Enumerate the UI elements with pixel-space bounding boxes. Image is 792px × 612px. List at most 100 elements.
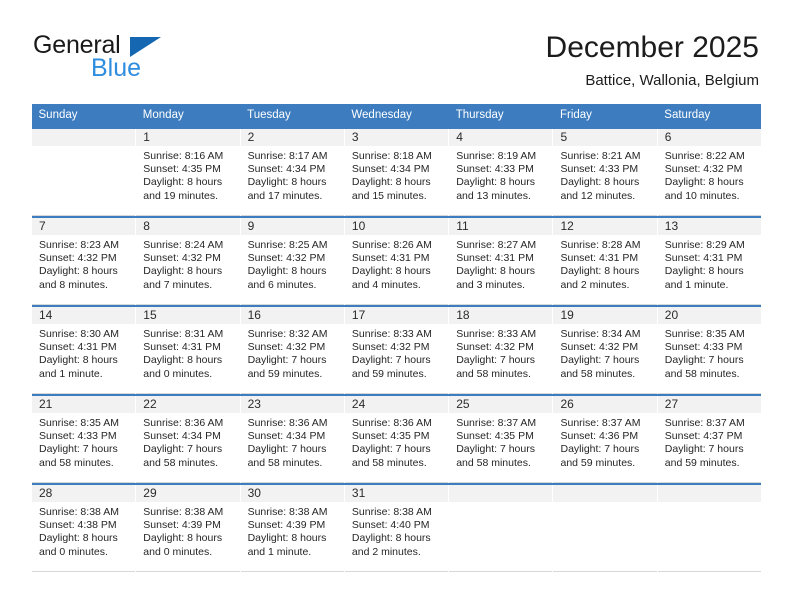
day-number: 19 — [553, 307, 657, 324]
day-detail-daylight-line2: and 59 minutes. — [664, 456, 740, 469]
day-number: 14 — [32, 307, 136, 324]
calendar-day-cell[interactable]: 26 Sunrise: 8:37 AM Sunset: 4:36 PM Dayligh… — [553, 396, 657, 483]
calendar-day-cell[interactable]: 6 Sunrise: 8:22 AM Sunset: 4:32 PM Daylight… — [657, 129, 761, 216]
calendar-day-cell[interactable]: 19 Sunrise: 8:34 AM Sunset: 4:32 PM Dayligh… — [553, 307, 657, 394]
calendar-day-cell[interactable]: 17 Sunrise: 8:33 AM Sunset: 4:32 PM Dayligh… — [344, 307, 449, 394]
day-detail-daylight-line1: Daylight: 7 hours — [247, 443, 327, 456]
calendar-day-cell[interactable]: 24 Sunrise: 8:36 AM Sunset: 4:35 PM Dayligh… — [344, 396, 449, 483]
day-number: 8 — [136, 218, 240, 235]
day-detail-sunset: Sunset: 4:32 PM — [143, 252, 221, 265]
calendar-day-cell[interactable]: 1 Sunrise: 8:16 AM Sunset: 4:35 PM Daylight… — [136, 129, 240, 216]
day-number: 22 — [136, 396, 240, 413]
day-detail-sunrise: Sunrise: 8:37 AM — [664, 417, 745, 429]
day-detail-sunset: Sunset: 4:34 PM — [247, 163, 326, 176]
day-detail-sunrise: Sunrise: 8:32 AM — [247, 328, 328, 340]
day-number: 5 — [553, 129, 657, 146]
day-detail-sunset: Sunset: 4:39 PM — [143, 519, 221, 532]
day-number — [32, 129, 136, 146]
day-detail-sunset: Sunset: 4:32 PM — [247, 341, 326, 354]
day-detail-sunrise: Sunrise: 8:38 AM — [143, 506, 224, 518]
day-detail-sunrise: Sunrise: 8:33 AM — [351, 328, 432, 340]
day-number: 31 — [344, 485, 449, 502]
day-detail-daylight-line1: Daylight: 8 hours — [560, 176, 640, 189]
day-detail-daylight-line1: Daylight: 8 hours — [351, 265, 431, 278]
calendar-day-cell-empty — [449, 485, 553, 572]
weekday-header-monday: Monday — [135, 104, 241, 127]
weekday-header-row: Sunday Monday Tuesday Wednesday Thursday… — [31, 104, 762, 127]
day-detail-daylight-line2: and 58 minutes. — [247, 456, 323, 469]
day-detail-sunrise: Sunrise: 8:27 AM — [456, 239, 537, 251]
day-detail-daylight-line1: Daylight: 8 hours — [143, 532, 223, 545]
day-detail-sunrise: Sunrise: 8:38 AM — [247, 506, 328, 518]
calendar-day-cell[interactable]: 8 Sunrise: 8:24 AM Sunset: 4:32 PM Daylight… — [136, 218, 240, 305]
calendar-day-cell[interactable]: 21 Sunrise: 8:35 AM Sunset: 4:33 PM Dayligh… — [32, 396, 136, 483]
day-detail-sunset: Sunset: 4:37 PM — [664, 430, 743, 443]
calendar-day-cell[interactable]: 7 Sunrise: 8:23 AM Sunset: 4:32 PM Daylight… — [32, 218, 136, 305]
calendar-day-cell[interactable]: 4 Sunrise: 8:19 AM Sunset: 4:33 PM Daylight… — [449, 129, 553, 216]
calendar-day-cell[interactable]: 20 Sunrise: 8:35 AM Sunset: 4:33 PM Dayligh… — [657, 307, 761, 394]
calendar-week-row: 1 Sunrise: 8:16 AM Sunset: 4:35 PM Daylight… — [30, 129, 762, 216]
day-detail-sunrise: Sunrise: 8:34 AM — [560, 328, 641, 340]
day-details: Sunrise: 8:31 AM Sunset: 4:31 PM Daylight:… — [136, 324, 239, 381]
day-details — [658, 502, 761, 506]
calendar-day-cell[interactable]: 16 Sunrise: 8:32 AM Sunset: 4:32 PM Dayligh… — [240, 307, 344, 394]
day-detail-sunrise: Sunrise: 8:36 AM — [351, 417, 432, 429]
calendar-day-cell[interactable]: 3 Sunrise: 8:18 AM Sunset: 4:34 PM Daylight… — [344, 129, 449, 216]
day-detail-daylight-line1: Daylight: 8 hours — [39, 265, 118, 278]
day-number: 24 — [344, 396, 449, 413]
day-detail-sunset: Sunset: 4:40 PM — [351, 519, 430, 532]
day-details: Sunrise: 8:18 AM Sunset: 4:34 PM Daylight:… — [345, 146, 448, 203]
calendar-day-cell[interactable]: 14 Sunrise: 8:30 AM Sunset: 4:31 PM Dayligh… — [32, 307, 136, 394]
day-details: Sunrise: 8:29 AM Sunset: 4:31 PM Daylight:… — [658, 235, 761, 292]
day-number: 9 — [240, 218, 344, 235]
calendar-day-cell[interactable]: 11 Sunrise: 8:27 AM Sunset: 4:31 PM Dayligh… — [449, 218, 553, 305]
calendar-day-cell[interactable]: 9 Sunrise: 8:25 AM Sunset: 4:32 PM Daylight… — [240, 218, 344, 305]
calendar-day-cell[interactable]: 23 Sunrise: 8:36 AM Sunset: 4:34 PM Dayligh… — [240, 396, 344, 483]
general-blue-logo[interactable]: General Blue — [33, 32, 213, 88]
calendar-day-cell[interactable]: 28 Sunrise: 8:38 AM Sunset: 4:38 PM Dayligh… — [32, 485, 136, 572]
day-detail-daylight-line1: Daylight: 7 hours — [143, 443, 223, 456]
calendar-day-cell[interactable]: 30 Sunrise: 8:38 AM Sunset: 4:39 PM Dayligh… — [240, 485, 344, 572]
calendar-day-cell[interactable]: 27 Sunrise: 8:37 AM Sunset: 4:37 PM Dayligh… — [657, 396, 761, 483]
day-number: 17 — [344, 307, 449, 324]
calendar-week-row: 28 Sunrise: 8:38 AM Sunset: 4:38 PM Dayligh… — [30, 485, 762, 572]
calendar-day-cell[interactable]: 13 Sunrise: 8:29 AM Sunset: 4:31 PM Dayligh… — [657, 218, 761, 305]
day-detail-sunset: Sunset: 4:33 PM — [664, 341, 743, 354]
day-detail-sunset: Sunset: 4:31 PM — [143, 341, 221, 354]
day-detail-sunset: Sunset: 4:36 PM — [560, 430, 639, 443]
day-detail-sunrise: Sunrise: 8:35 AM — [39, 417, 119, 429]
day-detail-daylight-line1: Daylight: 7 hours — [456, 354, 535, 367]
weekday-header-friday: Friday — [552, 104, 658, 127]
day-detail-daylight-line2: and 0 minutes. — [143, 367, 213, 380]
day-detail-sunrise: Sunrise: 8:33 AM — [456, 328, 537, 340]
calendar-day-cell[interactable]: 2 Sunrise: 8:17 AM Sunset: 4:34 PM Daylight… — [240, 129, 344, 216]
calendar-day-cell[interactable]: 25 Sunrise: 8:37 AM Sunset: 4:35 PM Dayligh… — [449, 396, 553, 483]
day-details — [553, 502, 656, 506]
day-detail-daylight-line2: and 58 minutes. — [456, 367, 531, 380]
day-detail-sunrise: Sunrise: 8:36 AM — [143, 417, 224, 429]
calendar-day-cell[interactable]: 29 Sunrise: 8:38 AM Sunset: 4:39 PM Dayligh… — [136, 485, 240, 572]
day-detail-sunrise: Sunrise: 8:38 AM — [351, 506, 432, 518]
calendar-day-cell[interactable]: 5 Sunrise: 8:21 AM Sunset: 4:33 PM Daylight… — [553, 129, 657, 216]
calendar-day-cell[interactable]: 31 Sunrise: 8:38 AM Sunset: 4:40 PM Dayligh… — [344, 485, 449, 572]
calendar-day-cell[interactable]: 18 Sunrise: 8:33 AM Sunset: 4:32 PM Dayligh… — [449, 307, 553, 394]
day-number: 27 — [657, 396, 761, 413]
title-block: December 2025 Battice, Wallonia, Belgium — [546, 30, 759, 91]
weekday-header-wednesday: Wednesday — [344, 104, 449, 127]
day-number: 28 — [32, 485, 136, 502]
day-detail-daylight-line1: Daylight: 7 hours — [560, 354, 640, 367]
day-detail-daylight-line2: and 58 minutes. — [560, 367, 636, 380]
calendar-day-cell[interactable]: 22 Sunrise: 8:36 AM Sunset: 4:34 PM Dayligh… — [136, 396, 240, 483]
calendar-day-cell[interactable]: 15 Sunrise: 8:31 AM Sunset: 4:31 PM Dayligh… — [136, 307, 240, 394]
day-detail-daylight-line1: Daylight: 8 hours — [247, 532, 327, 545]
day-details: Sunrise: 8:35 AM Sunset: 4:33 PM Daylight:… — [32, 413, 135, 470]
day-detail-daylight-line2: and 17 minutes. — [247, 189, 323, 202]
day-detail-sunrise: Sunrise: 8:37 AM — [560, 417, 641, 429]
day-detail-daylight-line2: and 2 minutes. — [351, 545, 421, 558]
day-detail-daylight-line1: Daylight: 7 hours — [247, 354, 327, 367]
calendar-day-cell[interactable]: 12 Sunrise: 8:28 AM Sunset: 4:31 PM Dayligh… — [553, 218, 657, 305]
calendar-day-cell[interactable]: 10 Sunrise: 8:26 AM Sunset: 4:31 PM Dayligh… — [344, 218, 449, 305]
day-details: Sunrise: 8:38 AM Sunset: 4:40 PM Daylight:… — [345, 502, 448, 559]
day-detail-daylight-line1: Daylight: 8 hours — [664, 176, 744, 189]
day-detail-daylight-line2: and 58 minutes. — [351, 456, 427, 469]
